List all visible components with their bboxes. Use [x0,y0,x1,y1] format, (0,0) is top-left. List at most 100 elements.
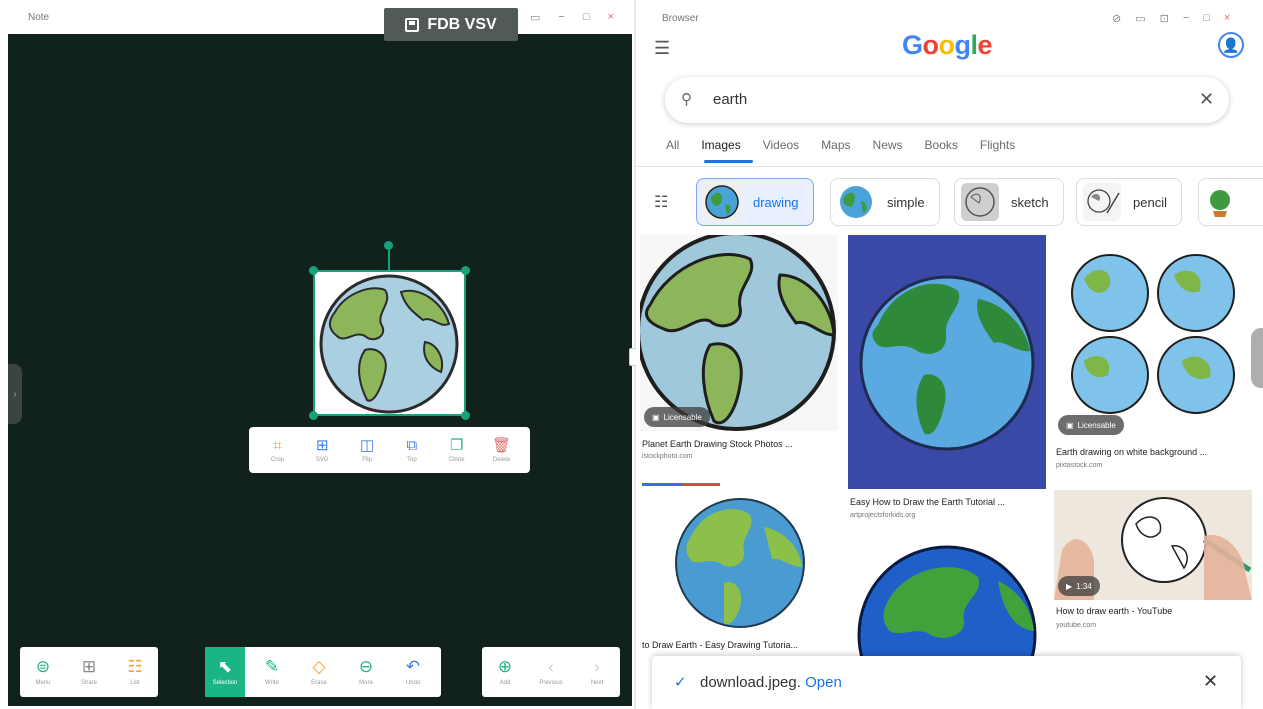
badge-label: Licensable [663,412,702,422]
action-crop[interactable]: ⌗ Crop [257,438,297,463]
menu-icon: ⊜ [35,657,51,676]
flip-icon: ◫ [359,436,375,454]
clear-search-icon[interactable]: ✕ [1199,89,1214,110]
tool-label: Selection [212,680,238,686]
chip-drawing[interactable]: drawing [696,178,814,226]
tool-add[interactable]: ⊕ Add [485,647,525,697]
tool-menu[interactable]: ⊜ Menu [23,647,63,697]
download-filename-text: download.jpeg. [700,674,801,691]
action-label: Flip [362,456,372,463]
tab-images[interactable]: Images [701,138,740,152]
list-icon: ☷ [127,657,143,676]
browser-control-c[interactable]: ⊡ [1160,12,1169,25]
image-result[interactable]: Easy How to Draw the Earth Tutorial ... … [848,235,1046,525]
result-image [848,235,1046,489]
logo-letter: G [902,30,923,60]
account-avatar-icon[interactable]: 👤 [1218,32,1244,58]
tool-next[interactable]: › Next [577,647,617,697]
note-close-button[interactable]: × [608,11,614,23]
tool-share[interactable]: ⊞ Share [69,647,109,697]
recording-overlay[interactable]: FDB VSV [384,8,518,41]
search-query[interactable]: earth [713,91,747,108]
tool-more[interactable]: ⊖ More [346,647,386,697]
google-logo[interactable]: Google [902,30,993,61]
note-window: Note ▭ − □ × › FDB VSV ⌗ Crop ⊞ SVG ◫ Fl… [0,0,634,709]
action-delete[interactable]: 🗑 Delete [482,438,522,463]
tool-label: More [359,680,373,686]
action-clone[interactable]: ❐ Clone [437,438,477,463]
search-tabs: All Images Videos Maps News Books Flight… [666,138,1015,152]
tool-undo[interactable]: ↶ Undo [393,647,433,697]
browser-maximize-button[interactable]: □ [1203,12,1210,24]
tab-videos[interactable]: Videos [763,138,799,152]
toolbar-pages: ⊕ Add ‹ Previous › Next [482,647,620,697]
resize-handle-top-right[interactable] [461,266,470,275]
next-image-handle[interactable] [1251,328,1263,388]
browser-close-button[interactable]: × [1224,12,1230,24]
tool-selection[interactable]: ⬉ Selection [205,647,245,697]
hamburger-menu-icon[interactable]: ☰ [654,38,670,59]
download-open-link[interactable]: Open [805,674,842,691]
resize-handle-bottom-left[interactable] [309,411,318,420]
close-snackbar-icon[interactable]: ✕ [1203,671,1218,692]
licensable-badge: ▣ Licensable [644,407,710,427]
search-icon: ⚲ [681,91,692,108]
chip-label: pencil [1133,194,1167,210]
browser-control-b[interactable]: ▭ [1135,12,1145,25]
crop-icon: ⌗ [273,436,282,454]
tab-maps[interactable]: Maps [821,138,850,152]
tune-filter-icon[interactable]: ☷ [654,192,668,212]
tool-list[interactable]: ☷ List [115,647,155,697]
browser-minimize-button[interactable]: − [1183,12,1189,24]
badge-label: Licensable [1077,420,1116,430]
tool-previous[interactable]: ‹ Previous [531,647,571,697]
tool-write[interactable]: ✎ Write [252,647,292,697]
action-top[interactable]: ⧉ Top [392,438,432,463]
tab-news[interactable]: News [873,138,903,152]
image-result[interactable]: to Draw Earth - Easy Drawing Tutoria... [640,483,838,658]
action-flip[interactable]: ◫ Flip [347,438,387,463]
image-result[interactable] [848,541,1046,661]
logo-letter: e [977,30,993,60]
image-result[interactable]: ▣ Licensable Earth drawing on white back… [1054,235,1252,475]
result-image [640,235,838,431]
resize-handle-bottom-right[interactable] [461,411,470,420]
search-box[interactable]: ⚲ earth ✕ [665,77,1229,123]
chip-simple[interactable]: simple [830,178,940,226]
action-svg[interactable]: ⊞ SVG [302,438,342,463]
chip-label: simple [887,194,925,210]
left-drawer-handle[interactable]: › [8,364,22,424]
tool-label: Add [499,680,511,686]
note-multiwindow-button[interactable]: ▭ [530,11,540,24]
browser-control-a[interactable]: ⊘ [1112,12,1121,25]
chip-label: drawing [753,194,799,210]
resize-handle-top-left[interactable] [309,266,318,275]
result-caption: Easy How to Draw the Earth Tutorial ... [850,497,1006,507]
more-icon: ⊖ [358,657,374,676]
chip-more[interactable] [1198,178,1263,226]
chip-thumbnail [837,183,875,221]
chip-sketch[interactable]: sketch [954,178,1064,226]
image-result[interactable]: ▶ 1:34 How to draw earth - YouTube youtu… [1054,490,1252,650]
tool-label: Undo [405,680,421,686]
browser-window-controls: ⊘ ▭ ⊡ − □ × [1112,0,1230,36]
download-filename: download.jpeg. Open [700,674,842,691]
tool-erase[interactable]: ◇ Erase [299,647,339,697]
note-window-title: Note [28,11,50,23]
license-icon: ▣ [1066,420,1074,430]
license-icon: ▣ [652,412,660,422]
tab-all[interactable]: All [666,138,679,152]
chip-thumbnail [703,183,741,221]
logo-letter: g [954,30,972,60]
note-maximize-button[interactable]: □ [583,11,590,23]
selected-earth-image[interactable] [313,270,466,416]
tab-books[interactable]: Books [925,138,958,152]
image-result[interactable]: ▣ Licensable Planet Earth Drawing Stock … [640,235,838,470]
toolbar-tools: ⬉ Selection ✎ Write ◇ Erase ⊖ More ↶ Undo [205,647,441,697]
download-complete-icon: ✓ [674,674,687,691]
share-icon: ⊞ [81,657,97,676]
note-minimize-button[interactable]: − [558,11,564,23]
tab-flights[interactable]: Flights [980,138,1015,152]
rotate-handle[interactable] [384,241,393,250]
chip-pencil[interactable]: pencil [1076,178,1182,226]
